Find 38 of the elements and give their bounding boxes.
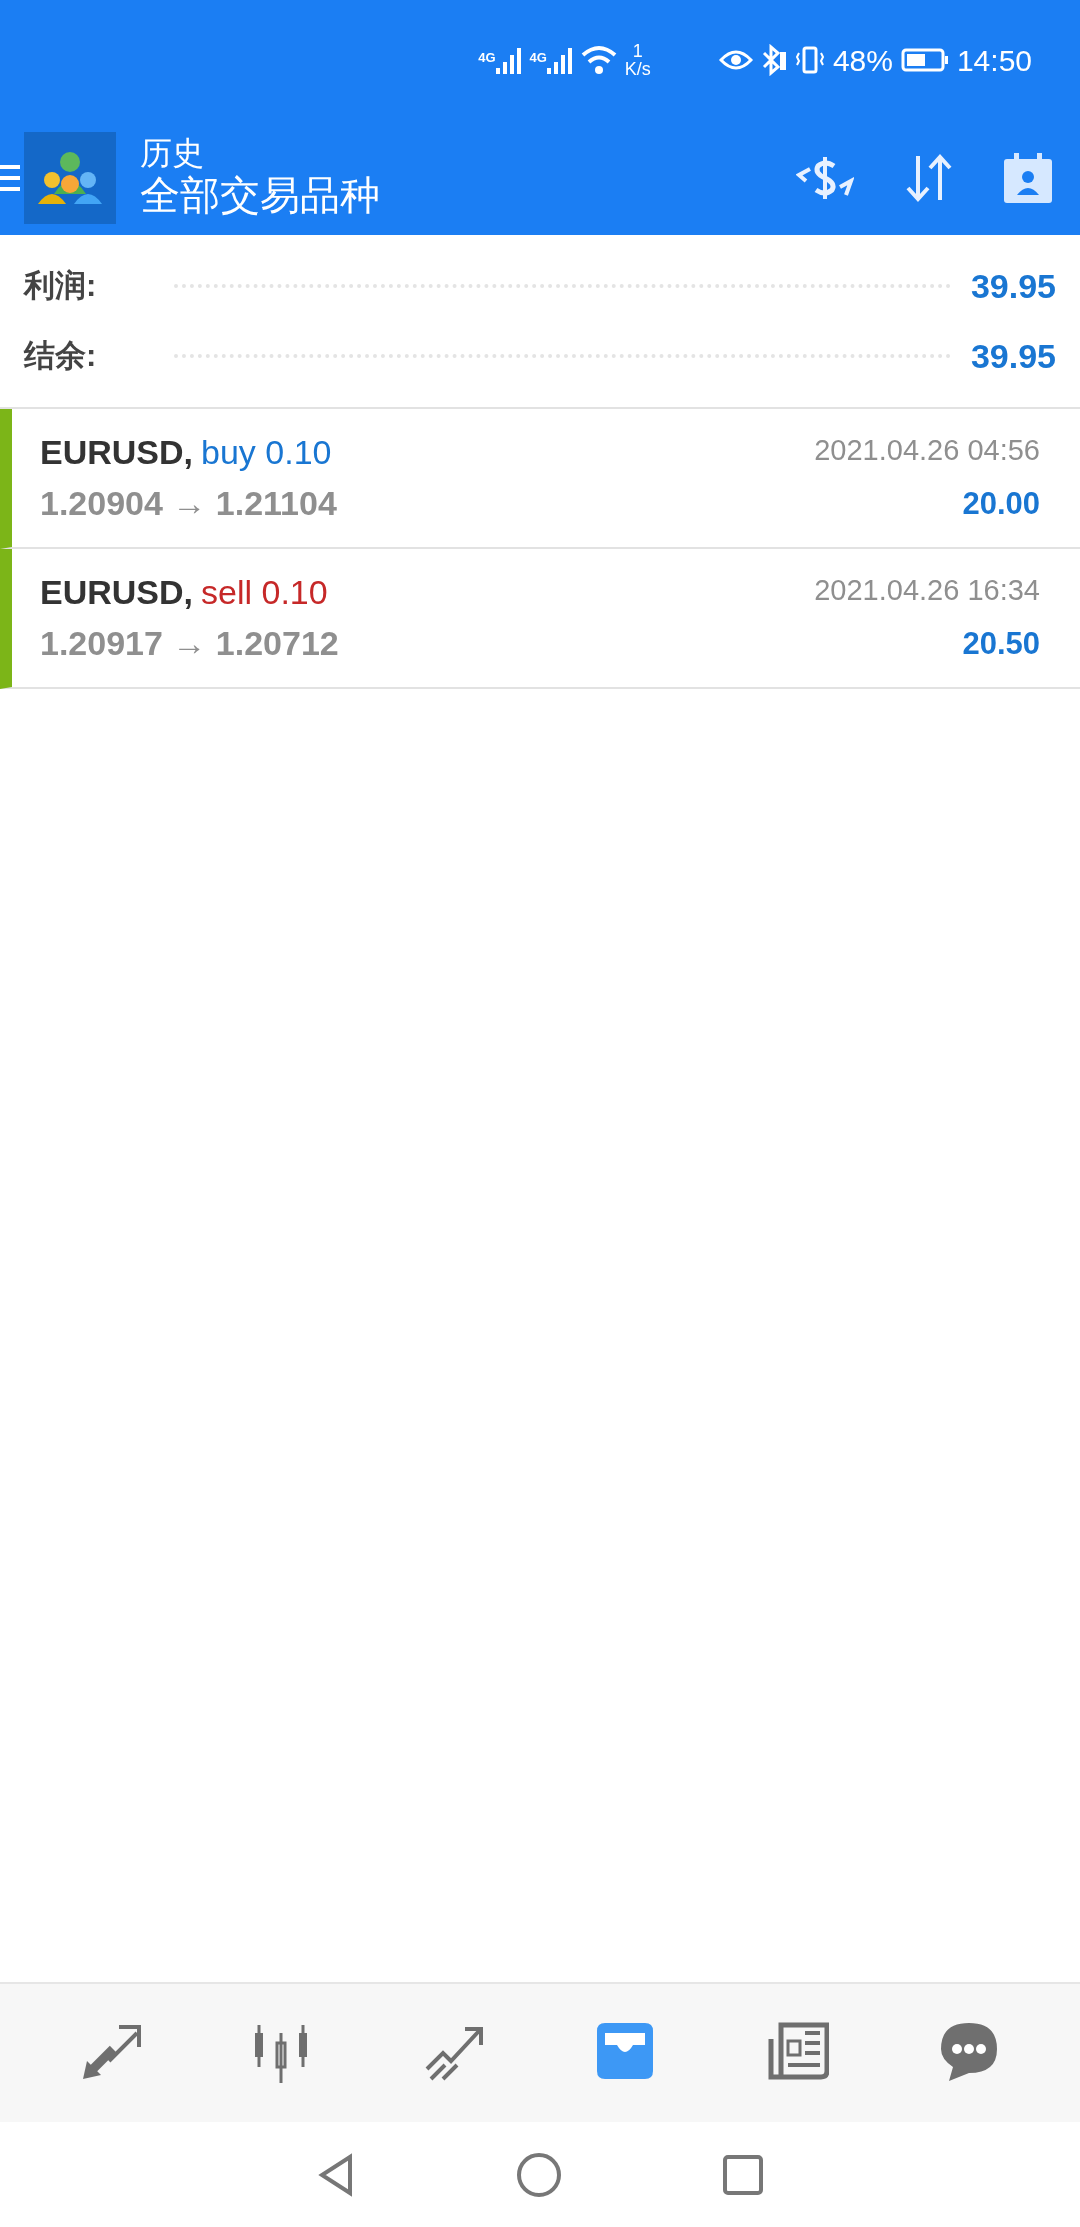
app-logo-icon <box>24 131 116 224</box>
symbol-label: EURUSD, <box>40 572 194 613</box>
summary-label: 结余: <box>24 336 98 375</box>
wifi-icon <box>580 45 617 75</box>
summary-label: 利润: <box>24 266 98 305</box>
header-title: 历史 <box>140 135 205 172</box>
menu-icon <box>0 162 20 193</box>
eye-icon <box>718 48 753 72</box>
trade-time: 2021.04.26 16:34 <box>814 573 1040 608</box>
calendar-button[interactable] <box>1004 152 1052 203</box>
battery-percentage: 48% <box>832 42 893 79</box>
signal-icon <box>495 46 522 74</box>
symbol-label: EURUSD, <box>40 432 194 473</box>
menu-button[interactable] <box>0 162 20 193</box>
header-subtitle: 全部交易品种 <box>140 172 381 220</box>
signal-icon <box>546 46 573 74</box>
calendar-person-icon <box>1004 152 1052 203</box>
trade-profit: 20.50 <box>962 624 1040 663</box>
trade-row[interactable]: EURUSD, sell 0.10 1.20917 → 1.20712 2021.04.26 16:34 20.50 <box>0 549 1080 689</box>
vibrate-icon <box>794 45 825 75</box>
bluetooth-icon <box>760 44 787 76</box>
clock-time: 14:50 <box>956 42 1032 79</box>
trade-time: 2021.04.26 04:56 <box>814 433 1040 468</box>
price-range: 1.20917 → 1.20712 <box>40 623 339 664</box>
trade-profit: 20.00 <box>962 484 1040 523</box>
speed-value: 1 <box>632 42 643 60</box>
trade-row[interactable]: EURUSD, buy 0.10 1.20904 → 1.21104 2021.04.26 04:56 20.00 <box>0 409 1080 549</box>
speed-unit: K/s <box>624 60 651 78</box>
battery-icon <box>900 48 949 72</box>
home-icon[interactable] <box>516 2151 562 2198</box>
trade-direction: sell 0.10 <box>201 572 328 613</box>
summary-value: 39.95 <box>970 265 1056 307</box>
network-type-label: 4G <box>478 49 496 67</box>
network-type-label: 4G <box>529 49 547 67</box>
summary-value: 39.95 <box>970 335 1056 377</box>
price-range: 1.20904 → 1.21104 <box>40 483 337 524</box>
trade-direction: buy 0.10 <box>201 432 332 473</box>
recents-icon[interactable] <box>722 2153 764 2196</box>
